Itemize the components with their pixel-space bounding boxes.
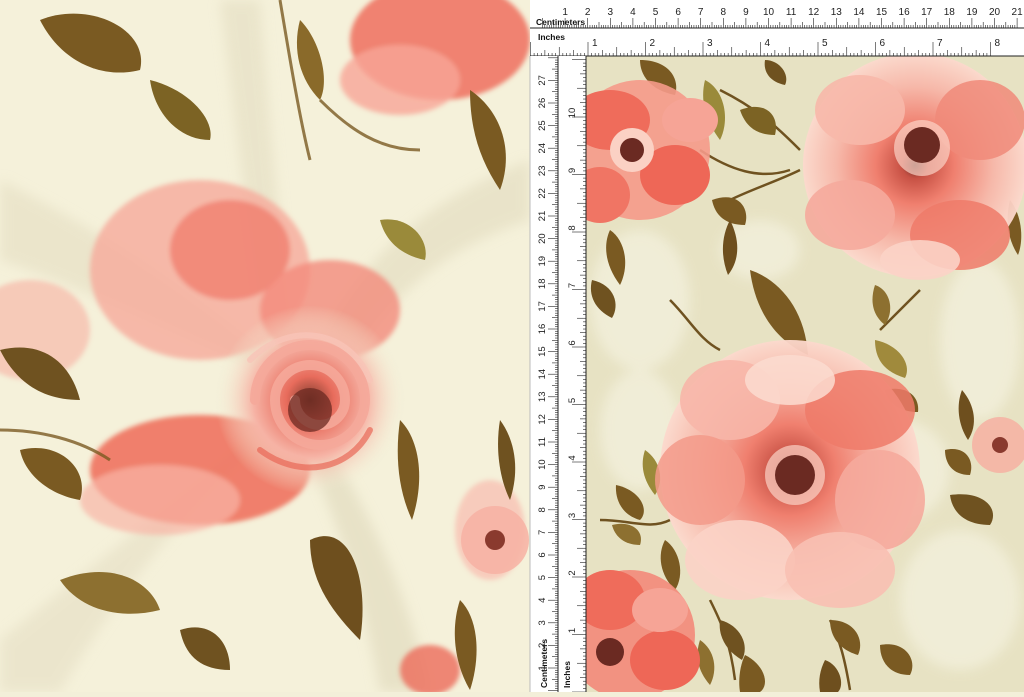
top-cm-number: 13 xyxy=(831,7,843,18)
side-in-number: 10 xyxy=(567,108,578,119)
side-cm-number: 5 xyxy=(537,575,548,580)
side-cm-number: 23 xyxy=(537,166,548,177)
side-cm-number: 1 xyxy=(537,665,548,670)
side-in-number: 9 xyxy=(567,168,578,173)
top-cm-number: 9 xyxy=(743,7,749,18)
draped-fabric xyxy=(0,0,530,692)
side-cm-number: 6 xyxy=(537,552,548,557)
side-in-number: 6 xyxy=(567,340,578,345)
top-cm-number: 18 xyxy=(944,7,956,18)
side-in-number: 3 xyxy=(567,513,578,518)
side-cm-number: 24 xyxy=(537,143,548,154)
side-cm-number: 9 xyxy=(537,485,548,490)
top-cm-number: 4 xyxy=(630,7,636,18)
top-cm-number: 14 xyxy=(853,7,865,18)
top-cm-number: 21 xyxy=(1012,7,1024,18)
side-cm-number: 16 xyxy=(537,324,548,335)
top-in-number: 2 xyxy=(650,38,656,49)
top-cm-number: 11 xyxy=(786,7,797,18)
side-in-label: Inches xyxy=(562,661,572,688)
top-in-number: 5 xyxy=(822,38,828,49)
side-cm-number: 11 xyxy=(537,437,548,447)
side-cm-number: 12 xyxy=(537,414,548,425)
top-in-label: Inches xyxy=(538,32,565,42)
side-in-number: 1 xyxy=(567,628,578,633)
side-cm-number: 7 xyxy=(537,530,548,535)
top-cm-number: 1 xyxy=(562,7,568,18)
side-in-number: 8 xyxy=(567,225,578,230)
top-cm-number: 5 xyxy=(653,7,659,18)
top-cm-number: 8 xyxy=(721,7,727,18)
top-cm-number: 12 xyxy=(808,7,820,18)
side-cm-number: 22 xyxy=(537,188,548,199)
top-cm-number: 15 xyxy=(876,7,888,18)
side-cm-number: 19 xyxy=(537,256,548,267)
top-cm-number: 3 xyxy=(608,7,614,18)
side-cm-number: 10 xyxy=(537,459,548,470)
top-in-number: 4 xyxy=(765,38,771,49)
top-in-number: 6 xyxy=(880,38,886,49)
top-cm-number: 10 xyxy=(763,7,775,18)
side-cm-number: 14 xyxy=(537,369,548,380)
side-cm-number: 3 xyxy=(537,620,548,625)
peony-center xyxy=(655,340,925,608)
side-ruler: Centimeters Inches 123456789101112131415… xyxy=(529,56,587,693)
top-in-number: 7 xyxy=(937,38,943,49)
side-cm-number: 4 xyxy=(537,598,548,603)
top-cm-number: 20 xyxy=(989,7,1001,18)
side-cm-number: 2 xyxy=(537,643,548,648)
side-cm-number: 26 xyxy=(537,98,548,109)
top-in-number: 3 xyxy=(707,38,713,49)
side-cm-number: 21 xyxy=(537,211,548,222)
side-cm-number: 17 xyxy=(537,301,548,312)
small-flower-left xyxy=(461,506,529,574)
top-in-number: 8 xyxy=(995,38,1001,49)
top-cm-number: 19 xyxy=(966,7,978,18)
side-cm-number: 18 xyxy=(537,279,548,290)
top-ruler: Centimeters Inches 1 2 3 4 5 6 7 8 9 10 11 12 13 14 15… xyxy=(530,0,1024,57)
top-cm-number: 16 xyxy=(899,7,911,18)
peony-top-right xyxy=(803,56,1024,280)
side-cm-number: 27 xyxy=(537,75,548,86)
top-in-number: 1 xyxy=(592,38,598,49)
fabric-scene: Centimeters Inches 1 2 3 4 5 6 7 8 9 10 11 12 13 14 15… xyxy=(0,0,1024,693)
side-in-number: 7 xyxy=(567,283,578,288)
side-cm-number: 20 xyxy=(537,233,548,244)
top-cm-number: 2 xyxy=(585,7,591,18)
side-in-number: 2 xyxy=(567,570,578,575)
side-cm-number: 13 xyxy=(537,392,548,403)
top-cm-number: 7 xyxy=(698,7,704,18)
side-cm-number: 8 xyxy=(537,507,548,512)
side-in-number: 4 xyxy=(567,455,578,460)
side-cm-number: 15 xyxy=(537,346,548,357)
flat-swatch xyxy=(586,56,1024,692)
side-cm-number: 25 xyxy=(537,120,548,131)
top-cm-number: 6 xyxy=(675,7,681,18)
top-cm-number: 17 xyxy=(921,7,933,18)
side-in-number: 5 xyxy=(567,398,578,403)
fabric-photo: Centimeters Inches 1 2 3 4 5 6 7 8 9 10 11 12 13 14 15… xyxy=(0,0,1024,693)
